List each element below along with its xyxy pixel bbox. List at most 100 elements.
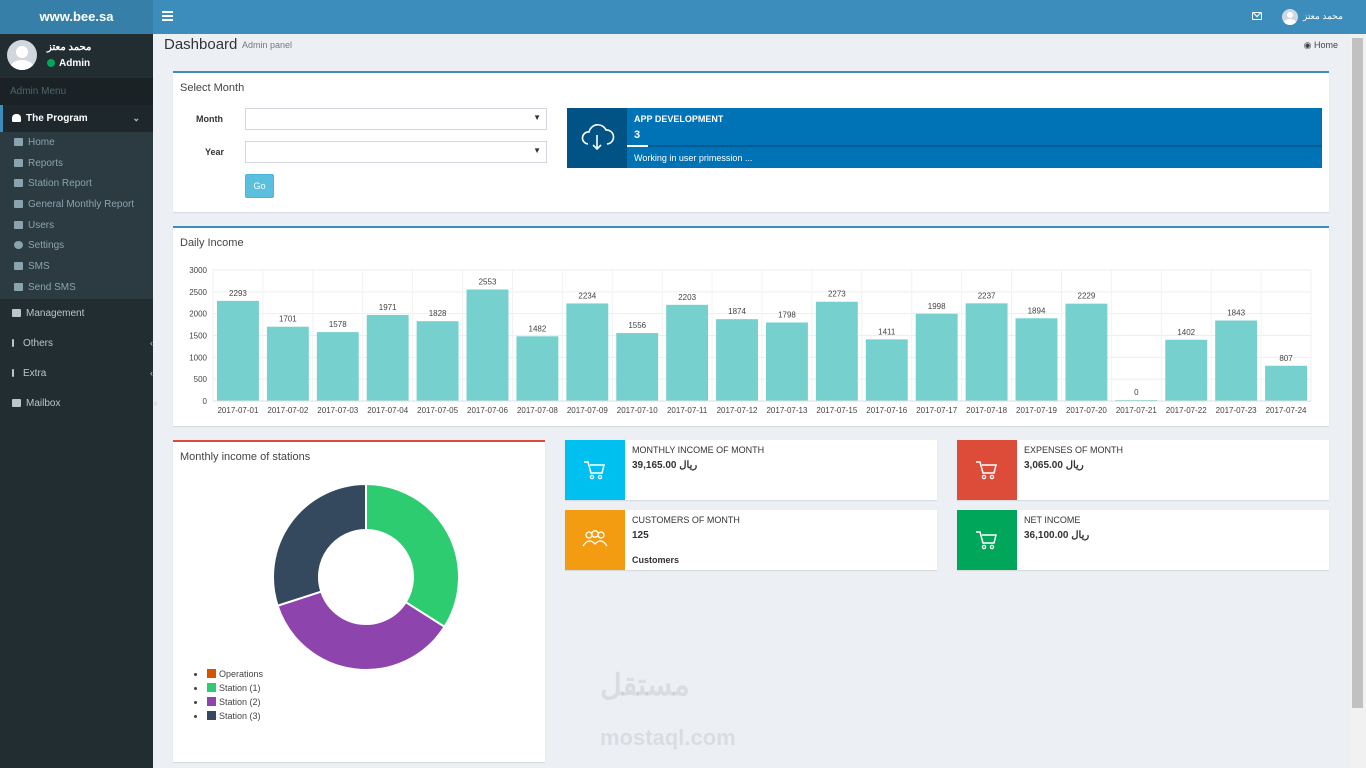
- sidebar-item-settings[interactable]: Settings: [14, 240, 64, 251]
- bar: [366, 314, 409, 401]
- x-tick-label: 2017-07-24: [1266, 406, 1307, 415]
- gear-icon: [14, 241, 23, 249]
- x-tick-label: 2017-07-18: [966, 406, 1007, 415]
- chevron-down-icon: ⌄: [132, 113, 140, 123]
- x-tick-label: 2017-07-03: [317, 406, 358, 415]
- user-avatar[interactable]: [1282, 9, 1298, 25]
- mail-icon[interactable]: [1252, 12, 1262, 20]
- sidebar-item-label: SMS: [28, 261, 50, 272]
- data-label: 1556: [628, 321, 646, 330]
- monthly-income-box: MONTHLY INCOME OF MONTH 39,165.00 ريال: [565, 440, 937, 500]
- sidebar-submenu: Home Reports Station Report General Mont…: [0, 132, 153, 299]
- bar: [1015, 318, 1058, 401]
- data-label: 2203: [678, 293, 696, 302]
- breadcrumb-home: Home: [1313, 40, 1338, 50]
- sidebar-item-sms[interactable]: SMS: [14, 261, 50, 272]
- legend-item: Station (1): [193, 681, 263, 695]
- bar: [217, 300, 259, 401]
- sidebar-item-extra[interactable]: Extra ‹: [12, 368, 153, 379]
- data-label: 1701: [279, 315, 297, 324]
- bar: [1265, 365, 1307, 401]
- scrollbar[interactable]: [1350, 34, 1366, 768]
- progress-track: [627, 145, 1322, 147]
- legend-item: Station (2): [193, 695, 263, 709]
- box-title: Select Month: [180, 82, 245, 94]
- x-tick-label: 2017-07-21: [1116, 406, 1157, 415]
- sidebar-item-label: Management: [26, 308, 85, 319]
- online-status-icon: [47, 59, 55, 67]
- site-logo[interactable]: www.bee.sa: [0, 0, 153, 34]
- x-tick-label: 2017-07-19: [1016, 406, 1057, 415]
- x-tick-label: 2017-07-23: [1216, 406, 1257, 415]
- file-icon: [14, 200, 23, 208]
- sidebar-item-label: Station Report: [28, 178, 92, 189]
- sidebar-item-label: Send SMS: [28, 282, 76, 293]
- sidebar-item-users[interactable]: Users: [14, 220, 54, 231]
- month-select[interactable]: [245, 108, 547, 130]
- x-tick-label: 2017-07-12: [717, 406, 758, 415]
- sidebar-item-send-sms[interactable]: Send SMS: [14, 282, 76, 293]
- info-box-value: 125: [632, 530, 649, 541]
- legend-item: Station (3): [193, 709, 263, 723]
- sidebar-avatar: [7, 40, 37, 70]
- year-select[interactable]: [245, 141, 547, 163]
- data-label: 2553: [479, 278, 497, 287]
- data-label: 1402: [1177, 328, 1195, 337]
- sidebar-item-station-report[interactable]: Station Report: [14, 178, 92, 189]
- year-label: Year: [205, 147, 225, 157]
- sidebar-item-general-monthly-report[interactable]: General Monthly Report: [14, 199, 134, 210]
- daily-income-box: Daily Income 0 500 1000 1500 2000 2500 3000 229…: [173, 226, 1329, 426]
- x-tick-label: 2017-07-17: [916, 406, 957, 415]
- y-tick-label: 1000: [189, 353, 207, 362]
- sidebar-item-management[interactable]: Management: [12, 308, 84, 319]
- sidebar-user-status: Admin: [47, 58, 90, 69]
- sidebar-item-reports[interactable]: Reports: [14, 158, 63, 169]
- info-box-label: CUSTOMERS OF MONTH: [632, 515, 740, 525]
- sidebar-item-home[interactable]: Home: [14, 137, 55, 148]
- x-tick-label: 2017-07-04: [367, 406, 408, 415]
- menu-toggle-icon[interactable]: [162, 9, 173, 25]
- bar: [1065, 303, 1108, 401]
- breadcrumb[interactable]: ◉ Home: [1304, 40, 1338, 51]
- app-development-description: Working in user primession ...: [634, 153, 753, 163]
- data-label: 1971: [379, 303, 397, 312]
- scrollbar-thumb[interactable]: [1352, 38, 1363, 708]
- sidebar-user-role: Admin: [59, 58, 91, 69]
- bar: [266, 326, 309, 401]
- legend-swatch: [207, 683, 216, 692]
- y-tick-label: 3000: [189, 266, 207, 275]
- sidebar-item-mailbox[interactable]: Mailbox ‹: [12, 398, 157, 409]
- sidebar-item-others[interactable]: Others ‹: [12, 338, 153, 349]
- bar: [716, 319, 758, 401]
- y-tick-label: 2500: [189, 288, 207, 297]
- page-title: Dashboard: [164, 36, 238, 53]
- app-development-title: APP DEVELOPMENT: [634, 114, 724, 124]
- info-box-value: 3,065.00 ريال: [1024, 460, 1084, 471]
- sidebar-item-the-program[interactable]: The Program ⌄: [0, 105, 153, 132]
- app-development-value: 3: [634, 129, 641, 141]
- bar: [416, 321, 459, 401]
- x-tick-label: 2017-07-13: [766, 406, 807, 415]
- data-label: 1798: [778, 310, 796, 319]
- go-button[interactable]: Go: [245, 174, 274, 198]
- x-tick-label: 2017-07-09: [567, 406, 608, 415]
- sidebar-item-label: Users: [28, 220, 55, 231]
- envelope-icon: [12, 399, 21, 407]
- bar: [466, 289, 509, 401]
- data-label: 1578: [329, 320, 347, 329]
- info-box-value: 36,100.00 ريال: [1024, 530, 1090, 541]
- data-label: 1894: [1028, 306, 1046, 315]
- expenses-box: EXPENSES OF MONTH 3,065.00 ريال: [957, 440, 1329, 500]
- x-tick-label: 2017-07-16: [866, 406, 907, 415]
- info-box-label: EXPENSES OF MONTH: [1024, 445, 1124, 455]
- sidebar-item-label: Home: [28, 137, 55, 148]
- users-icon: [565, 510, 625, 570]
- data-label: 2229: [1078, 292, 1096, 301]
- data-label: 2273: [828, 290, 846, 299]
- sidebar-item-label: Settings: [28, 240, 65, 251]
- daily-income-chart: 0 500 1000 1500 2000 2500 3000 2293 2017-07-01 17…: [189, 266, 1312, 415]
- stations-box: Monthly income of stations Operations St…: [173, 440, 545, 762]
- envelope-icon: [14, 262, 23, 270]
- donut-slice: [272, 482, 367, 607]
- user-name[interactable]: محمد معتز: [1303, 11, 1343, 22]
